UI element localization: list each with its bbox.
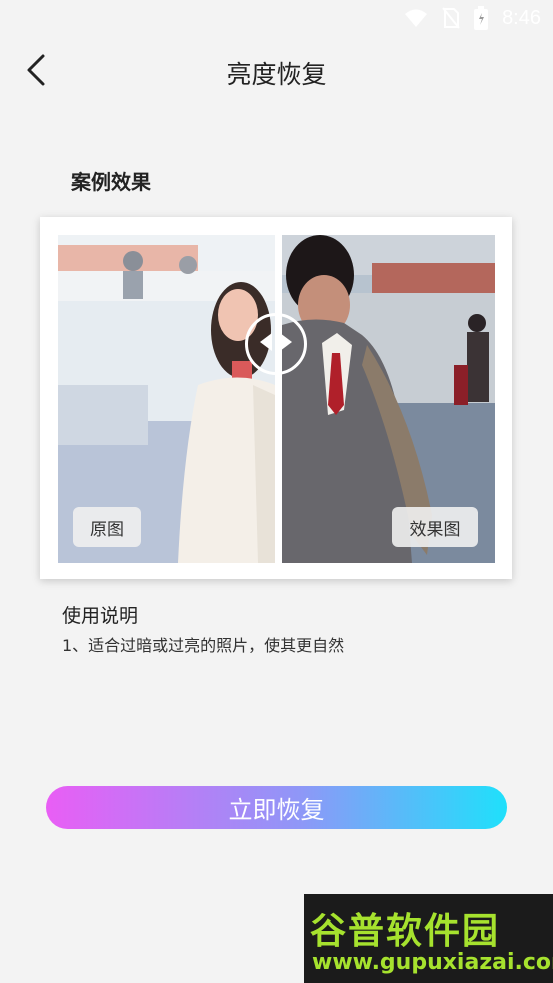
usage-title: 使用说明 [62,605,139,627]
battery-icon [474,6,489,30]
example-section-title: 案例效果 [71,170,151,194]
compare-slider-handle[interactable] [245,313,307,375]
watermark-url: www.gupuxiazai.com [312,950,553,975]
wifi-icon [404,8,428,28]
status-time: 8:46 [502,6,541,29]
original-label: 原图 [73,507,141,547]
restore-now-button[interactable]: 立即恢复 [46,786,507,829]
compare-divider [275,235,282,563]
usage-description: 1、适合过暗或过亮的照片，使其更自然 [62,636,345,655]
effect-label: 效果图 [392,507,478,547]
watermark-logo: 谷普软件园 www.gupuxiazai.com [304,894,553,983]
watermark-name: 谷普软件园 [310,911,501,952]
no-sim-icon [442,7,460,29]
left-right-arrows-icon [256,330,296,358]
status-bar: 8:46 [0,0,553,40]
status-icons: 8:46 [404,6,541,30]
page-title: 亮度恢复 [226,60,327,89]
before-after-card: 原图 效果图 [40,217,512,579]
